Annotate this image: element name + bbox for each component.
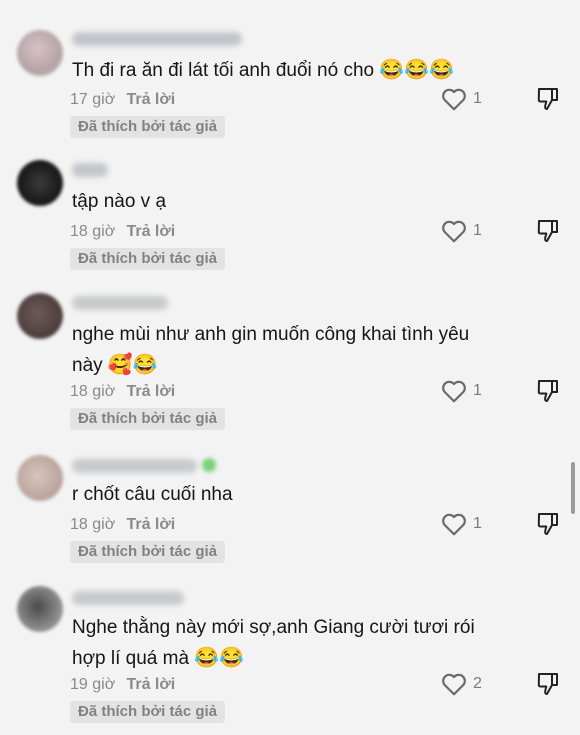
comment-text: tập nào v ạ <box>72 191 167 212</box>
thumbs-down-icon <box>537 513 558 535</box>
like-count: 1 <box>473 222 482 239</box>
username-blurred[interactable] <box>72 32 242 46</box>
online-dot-icon <box>202 458 216 472</box>
like-count: 1 <box>473 90 482 107</box>
emoji: 🥰😂 <box>107 354 158 376</box>
dislike-button[interactable] <box>536 86 560 112</box>
avatar[interactable] <box>17 455 63 501</box>
timestamp: 18 giờ <box>70 223 116 240</box>
username-blurred[interactable] <box>72 296 168 310</box>
reply-button[interactable]: Trả lời <box>126 676 175 693</box>
liked-by-author-badge: Đã thích bởi tác giả <box>70 408 226 430</box>
avatar[interactable] <box>17 30 63 76</box>
avatar[interactable] <box>17 586 63 632</box>
comment-text: Nghe thằng này mới sợ,anh Giang cười tươ… <box>72 617 475 669</box>
comment-meta: 18 giờ Trả lời <box>70 381 175 403</box>
thumbs-down-icon <box>537 220 558 242</box>
like-button[interactable]: 1 <box>441 218 491 244</box>
like-button[interactable]: 1 <box>441 378 491 404</box>
dislike-button[interactable] <box>536 671 560 697</box>
liked-by-author-badge: Đã thích bởi tác giả <box>70 541 226 563</box>
avatar[interactable] <box>17 293 63 339</box>
username-blurred[interactable] <box>72 459 197 473</box>
comment-text: Th đi ra ăn đi lát tối anh đuổi nó cho 😂… <box>72 59 455 81</box>
heart-icon <box>442 673 466 696</box>
thumbs-down-icon <box>537 380 558 402</box>
like-button[interactable]: 2 <box>441 671 491 697</box>
timestamp: 17 giờ <box>70 91 116 108</box>
like-count: 2 <box>473 675 482 692</box>
liked-by-author-badge: Đã thích bởi tác giả <box>70 248 226 270</box>
like-count: 1 <box>473 515 482 532</box>
dislike-button[interactable] <box>536 218 560 244</box>
liked-by-author-badge: Đã thích bởi tác giả <box>70 701 226 723</box>
thumbs-down-icon <box>537 88 558 110</box>
emoji: 😂😂😂 <box>379 59 455 81</box>
heart-icon <box>442 513 466 536</box>
heart-icon <box>442 220 466 243</box>
like-button[interactable]: 1 <box>441 86 491 112</box>
avatar[interactable] <box>17 160 63 206</box>
reply-button[interactable]: Trả lời <box>126 383 175 400</box>
timestamp: 19 giờ <box>70 676 116 693</box>
comment-meta: 18 giờ Trả lời <box>70 514 175 536</box>
thumbs-down-icon <box>537 673 558 695</box>
dislike-button[interactable] <box>536 378 560 404</box>
liked-by-author-badge: Đã thích bởi tác giả <box>70 116 226 138</box>
scrollbar-thumb[interactable] <box>571 462 575 514</box>
like-count: 1 <box>473 382 482 399</box>
emoji: 😂😂 <box>194 647 245 669</box>
timestamp: 18 giờ <box>70 516 116 533</box>
comment-text: r chốt câu cuối nha <box>72 484 233 505</box>
comment-text: nghe mùi như anh gin muốn công khai tình… <box>72 324 470 376</box>
username-blurred[interactable] <box>72 591 184 605</box>
reply-button[interactable]: Trả lời <box>126 91 175 108</box>
reply-button[interactable]: Trả lời <box>126 223 175 240</box>
heart-icon <box>442 88 466 111</box>
comment-meta: 19 giờ Trả lời <box>70 674 175 696</box>
comment-meta: 18 giờ Trả lời <box>70 221 175 243</box>
timestamp: 18 giờ <box>70 383 116 400</box>
comment-meta: 17 giờ Trả lời <box>70 89 175 111</box>
username-blurred[interactable] <box>72 163 108 177</box>
dislike-button[interactable] <box>536 511 560 537</box>
like-button[interactable]: 1 <box>441 511 491 537</box>
reply-button[interactable]: Trả lời <box>126 516 175 533</box>
heart-icon <box>442 380 466 403</box>
